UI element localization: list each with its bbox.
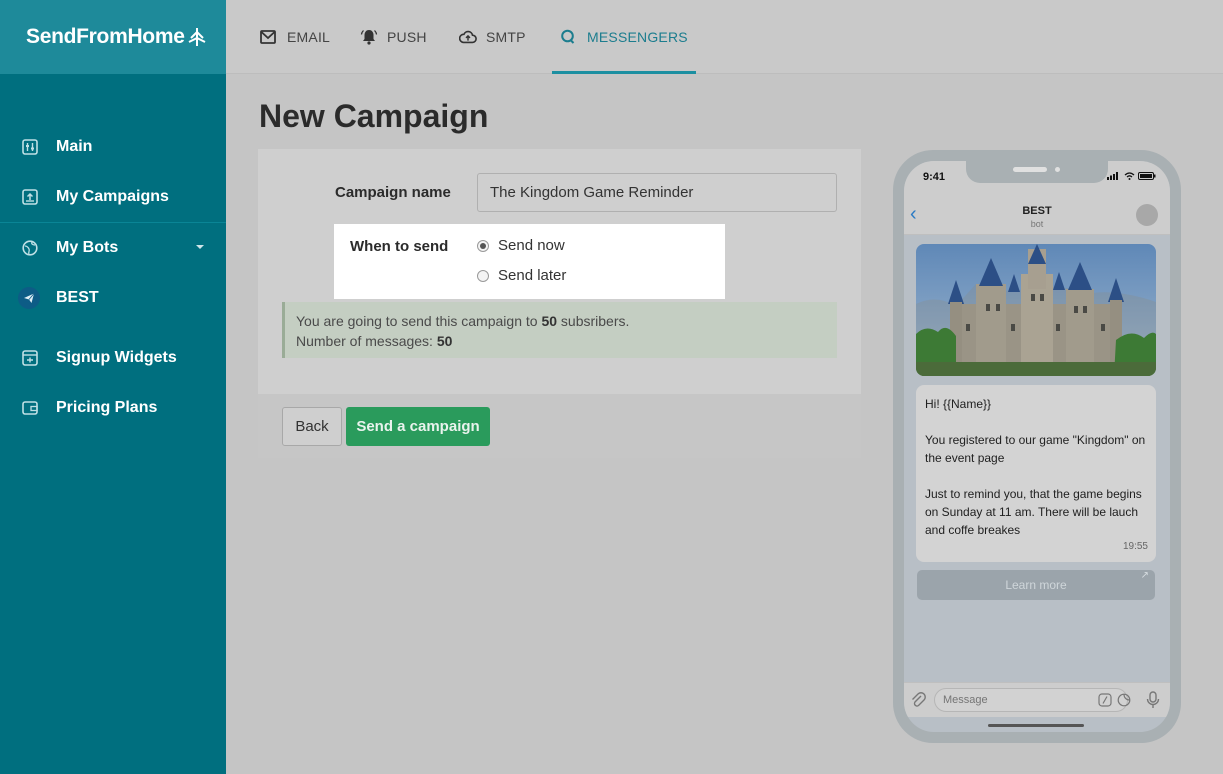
tab-label: EMAIL [287, 29, 331, 45]
tab-label: PUSH [387, 29, 427, 45]
envelope-icon [260, 29, 278, 45]
message-count: 50 [436, 333, 453, 349]
message-line: You registered to our game "Kingdom" on … [925, 433, 1146, 465]
bell-icon [360, 29, 378, 45]
learn-more-button[interactable]: Learn more ↗ [917, 570, 1155, 600]
summary-text: Number of messages: [296, 333, 433, 349]
summary-text: subsribers. [560, 313, 630, 329]
sidebar-item-pricing-plans[interactable]: Pricing Plans [0, 383, 226, 433]
brand-name: SendFromHome [26, 25, 185, 48]
message-line: Just to remind you, that the game begins… [925, 487, 1142, 537]
avatar [1136, 204, 1158, 226]
sidebar-item-signup-widgets[interactable]: Signup Widgets [0, 333, 226, 383]
sidebar-item-my-campaigns[interactable]: My Campaigns [0, 172, 226, 222]
widget-icon [22, 350, 38, 366]
sidebar-item-my-bots[interactable]: My Bots [0, 223, 226, 273]
logo-plane-icon [188, 28, 206, 46]
cloud-upload-icon [459, 29, 477, 45]
campaign-name-label: Campaign name [335, 184, 451, 201]
learn-more-label: Learn more [1005, 578, 1067, 592]
tab-label: SMTP [486, 29, 526, 45]
send-later-label: Send later [498, 267, 567, 284]
sidebar-item-label: Pricing Plans [56, 399, 158, 416]
status-time: 9:41 [923, 171, 946, 183]
paperclip-icon[interactable] [910, 691, 926, 709]
send-later-radio[interactable] [477, 269, 489, 282]
sidebar-item-label: Main [56, 138, 93, 155]
bot-message-bubble: Hi! {{Name}} You registered to our game … [916, 385, 1156, 562]
globe-icon [22, 240, 38, 256]
chat-subtitle: bot [1030, 219, 1044, 229]
sidebar-item-best[interactable]: BEST [0, 273, 226, 323]
message-line: Hi! {{Name}} [925, 397, 992, 411]
status-bar: 9:41 [904, 161, 1170, 195]
telegram-icon [18, 287, 40, 309]
when-to-send-group: When to send Send now Send later [334, 224, 725, 299]
command-icon [1098, 693, 1112, 707]
send-later-option[interactable]: Send later [477, 267, 566, 284]
sticker-icon [1117, 693, 1131, 707]
sidebar: SendFromHome Main My Campaigns My Bots B… [0, 0, 226, 774]
send-now-radio[interactable] [477, 239, 489, 252]
home-indicator [988, 724, 1084, 727]
battery-icon [1138, 172, 1156, 180]
campaign-upload-icon [22, 189, 38, 205]
sidebar-item-main[interactable]: Main [0, 122, 226, 172]
sidebar-item-label: My Bots [56, 239, 119, 256]
wallet-icon [22, 400, 38, 416]
when-to-send-label: When to send [350, 238, 449, 255]
summary-line-messages: Number of messages: 50 [296, 331, 837, 351]
tab-messengers[interactable]: MESSENGERS [552, 0, 696, 74]
message-time: 19:55 [1122, 541, 1148, 552]
tab-smtp[interactable]: SMTP [459, 0, 526, 74]
wifi-icon [1124, 172, 1135, 180]
message-composer [904, 682, 1170, 717]
sidebar-nav: Main My Campaigns My Bots BEST Signup Wi… [0, 122, 226, 433]
phone-notch [966, 161, 1108, 183]
signal-icon [1107, 172, 1118, 180]
send-summary-notice: You are going to send this campaign to 5… [282, 302, 837, 358]
phone-screen: 9:41 ‹ BEST bot Hi! {{Name}} You registe… [904, 161, 1170, 732]
chat-header: ‹ BEST bot [904, 195, 1170, 235]
tab-push[interactable]: PUSH [360, 0, 427, 74]
tab-email[interactable]: EMAIL [260, 0, 330, 74]
phone-preview: 9:41 ‹ BEST bot Hi! {{Name}} You registe… [893, 150, 1181, 743]
brand-logo[interactable]: SendFromHome [0, 0, 226, 74]
top-tabs: EMAIL PUSH SMTP MESSENGERS [226, 0, 1223, 74]
back-button[interactable]: Back [282, 407, 342, 446]
sidebar-item-label: My Campaigns [56, 188, 169, 205]
campaign-form-card: Campaign name When to send Send now Send… [258, 149, 861, 458]
composer-icons [1098, 693, 1131, 707]
chat-title: BEST [1022, 205, 1052, 217]
send-now-label: Send now [498, 237, 565, 254]
status-icons [1107, 172, 1156, 180]
send-campaign-button[interactable]: Send a campaign [346, 407, 490, 446]
chevron-down-icon[interactable] [196, 245, 204, 249]
tab-label: MESSENGERS [587, 29, 688, 45]
summary-text: You are going to send this campaign to [296, 313, 538, 329]
microphone-icon[interactable] [1146, 691, 1160, 709]
summary-line-subscribers: You are going to send this campaign to 5… [296, 311, 837, 331]
campaign-name-input[interactable] [477, 173, 837, 212]
send-now-option[interactable]: Send now [477, 237, 565, 254]
sliders-icon [22, 139, 38, 155]
castle-image [916, 244, 1156, 376]
subscriber-count: 50 [541, 313, 558, 329]
page-title: New Campaign [259, 98, 489, 134]
sidebar-item-label: BEST [56, 289, 99, 306]
chat-bubble-icon [560, 29, 578, 45]
sidebar-item-label: Signup Widgets [56, 349, 177, 366]
external-link-icon: ↗ [1140, 570, 1149, 581]
